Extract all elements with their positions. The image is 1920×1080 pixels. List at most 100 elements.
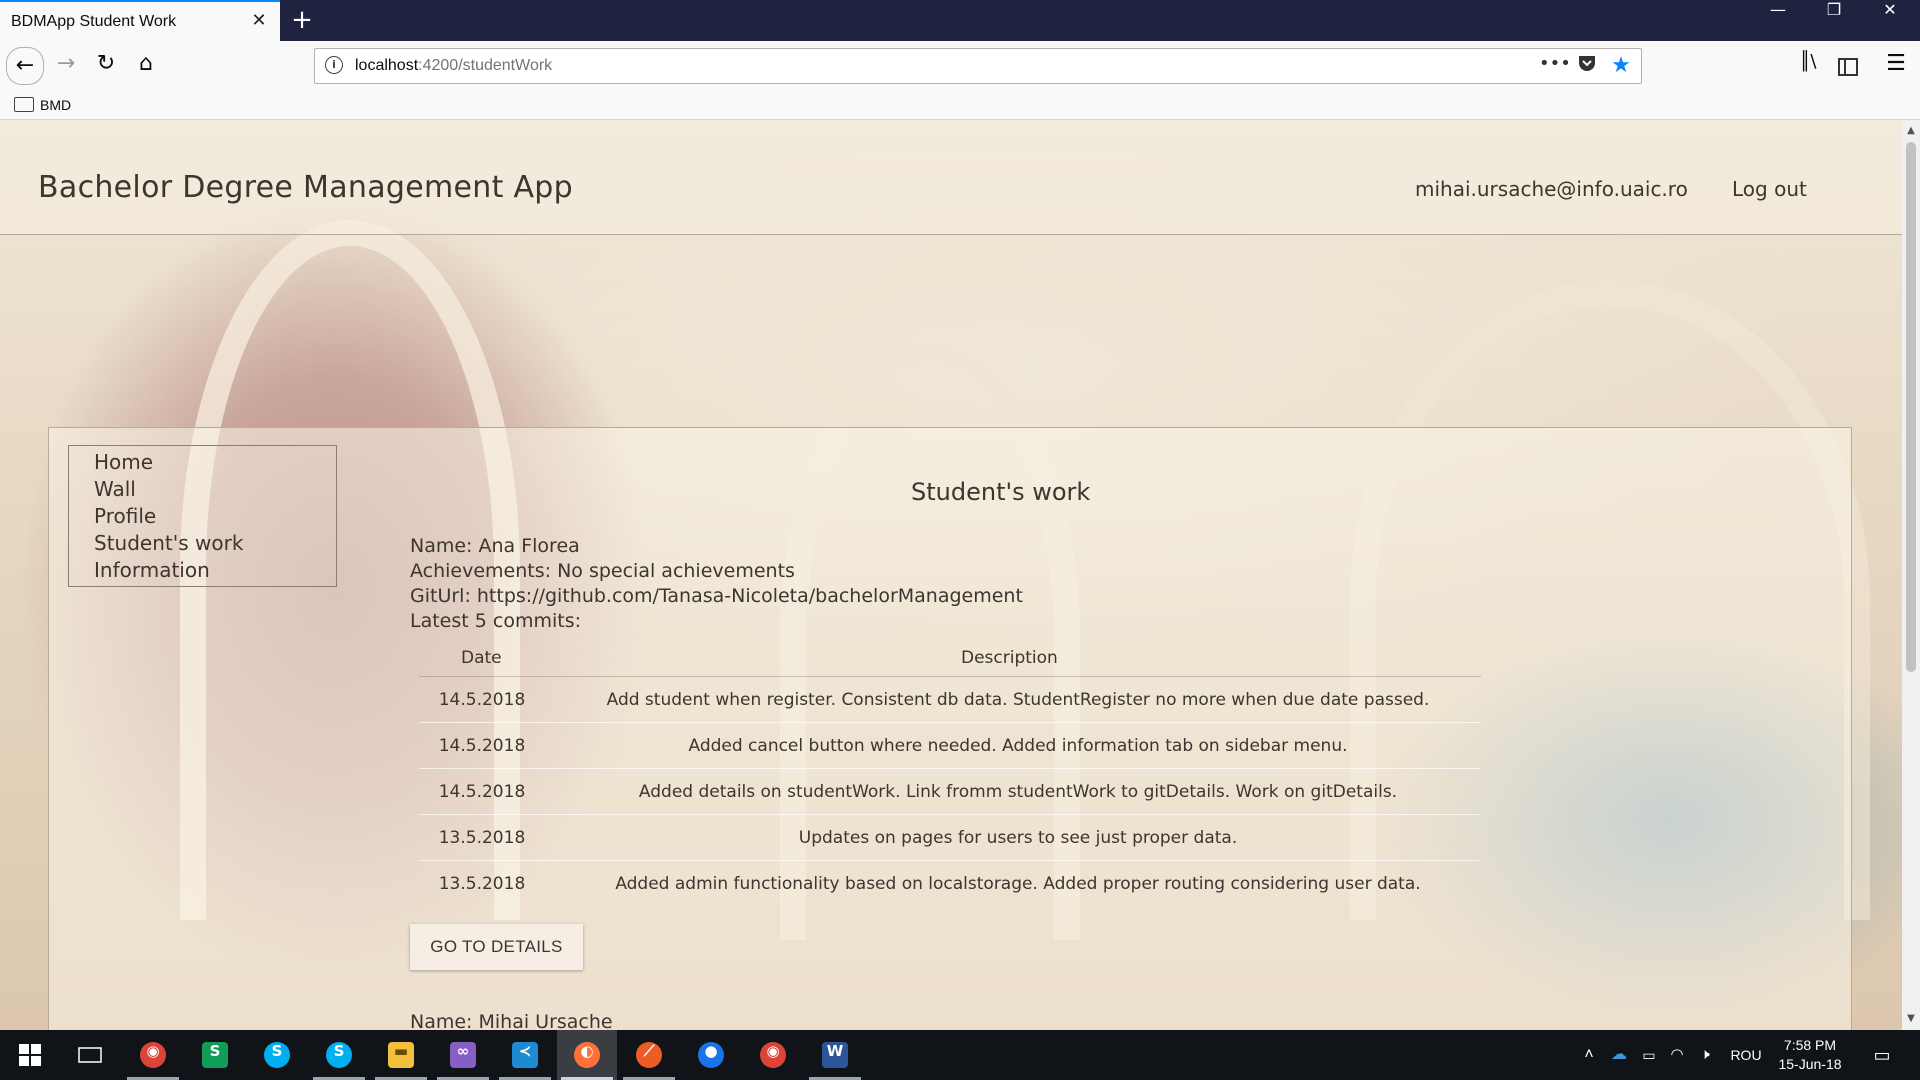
commit-date: 14.5.2018 — [438, 782, 526, 802]
show-hidden-icons-icon[interactable]: ˄ — [1576, 1030, 1602, 1080]
page-scrollbar[interactable]: ▲ ▼ — [1902, 120, 1920, 1030]
back-icon[interactable]: ← — [6, 47, 44, 85]
page-viewport: Bachelor Degree Management App mihai.urs… — [0, 120, 1902, 1030]
sheets-icon: S — [202, 1042, 228, 1068]
scroll-down-icon[interactable]: ▼ — [1902, 1010, 1920, 1028]
address-bar[interactable]: i localhost:4200/studentWork ••• ★ — [314, 48, 1642, 84]
content-panel: Home Wall Profile Student's work Informa… — [48, 427, 1852, 1030]
vscode-icon: ≺ — [512, 1042, 538, 1068]
skype-icon: S — [326, 1042, 352, 1068]
url-text[interactable]: localhost:4200/studentWork — [355, 57, 552, 75]
window-minimize-button[interactable]: — — [1750, 0, 1806, 41]
window-restore-button[interactable]: ❐ — [1806, 0, 1862, 41]
latest-commits-label: Latest 5 commits: — [410, 610, 581, 632]
taskbar-app-postman[interactable]: ⟋ — [619, 1030, 679, 1080]
logout-link[interactable]: Log out — [1732, 177, 1807, 201]
wifi-icon[interactable]: ◠ — [1664, 1030, 1690, 1080]
home-icon[interactable]: ⌂ — [130, 51, 162, 83]
forward-icon[interactable]: → — [50, 51, 82, 83]
table-row: 13.5.2018 Updates on pages for users to … — [419, 815, 1481, 861]
commit-date: 14.5.2018 — [438, 736, 526, 756]
reload-icon[interactable]: ↻ — [90, 51, 122, 83]
taskbar-app-word[interactable]: W — [805, 1030, 865, 1080]
pocket-icon[interactable] — [1573, 53, 1601, 81]
app-title[interactable]: Bachelor Degree Management App — [38, 170, 573, 205]
clock[interactable]: 7:58 PM 15-Jun-18 — [1770, 1036, 1850, 1074]
folder-icon[interactable] — [14, 97, 34, 112]
next-student-name: Name: Mihai Ursache — [410, 1011, 613, 1030]
commit-description: Added admin functionality based on local… — [615, 874, 1421, 894]
go-to-details-button[interactable]: GO TO DETAILS — [410, 924, 583, 970]
input-language[interactable]: ROU — [1724, 1030, 1768, 1080]
commit-description: Add student when register. Consistent db… — [606, 690, 1430, 710]
commit-date: 13.5.2018 — [438, 874, 526, 894]
commit-description: Added cancel button where needed. Added … — [688, 736, 1348, 756]
taskbar-app-sheets[interactable]: S — [185, 1030, 245, 1080]
sidebar-item-students-work[interactable]: Student's work — [94, 531, 243, 555]
taskbar-app-skype-2[interactable]: S — [309, 1030, 369, 1080]
action-center-icon[interactable]: ▭ — [1862, 1030, 1902, 1080]
table-row: 14.5.2018 Add student when register. Con… — [419, 677, 1481, 723]
browser-tab-strip: BDMApp Student Work ✕ + — ❐ ✕ — [0, 0, 1920, 41]
commit-date: 14.5.2018 — [438, 690, 526, 710]
volume-muted-icon[interactable]: 🕨 — [1692, 1030, 1718, 1080]
sidebar-menu: Home Wall Profile Student's work Informa… — [68, 445, 337, 587]
browser-tab-active[interactable]: BDMApp Student Work ✕ — [0, 0, 280, 41]
browser-navigation-bar: ← → ↻ ⌂ i localhost:4200/studentWork •••… — [0, 41, 1920, 91]
file-explorer-icon: ▬ — [388, 1042, 414, 1068]
taskbar-app-skype[interactable]: S — [247, 1030, 307, 1080]
student-achievements: Achievements: No special achievements — [410, 560, 795, 582]
maps-icon: ● — [698, 1042, 724, 1068]
sidebar-item-wall[interactable]: Wall — [94, 477, 136, 501]
table-row: 13.5.2018 Added admin functionality base… — [419, 861, 1481, 907]
taskbar-app-chrome-2[interactable]: ◉ — [743, 1030, 803, 1080]
student-name: Name: Ana Florea — [410, 535, 580, 557]
postman-icon: ⟋ — [636, 1042, 662, 1068]
window-close-button[interactable]: ✕ — [1862, 0, 1918, 41]
task-view-icon[interactable] — [60, 1030, 120, 1080]
user-email: mihai.ursache@info.uaic.ro — [1415, 177, 1688, 201]
sidebar-item-profile[interactable]: Profile — [94, 504, 156, 528]
taskbar-app-firefox[interactable]: ◐ — [557, 1030, 617, 1080]
bookmarks-toolbar: BMD — [0, 91, 1920, 120]
commit-date: 13.5.2018 — [438, 828, 526, 848]
clock-time: 7:58 PM — [1783, 1037, 1837, 1053]
column-header-description: Description — [961, 648, 1058, 668]
taskbar-app-maps[interactable]: ● — [681, 1030, 741, 1080]
tab-title: BDMApp Student Work — [11, 13, 177, 30]
chrome-icon: ◉ — [140, 1042, 166, 1068]
onedrive-icon[interactable]: ☁ — [1606, 1030, 1632, 1080]
section-title: Student's work — [911, 478, 1091, 506]
scroll-up-icon[interactable]: ▲ — [1902, 122, 1920, 140]
skype-icon: S — [264, 1042, 290, 1068]
sidebar-toggle-icon[interactable] — [1832, 51, 1864, 83]
student-git-url: GitUrl: https://github.com/Tanasa-Nicole… — [410, 585, 1023, 607]
site-info-icon[interactable]: i — [325, 56, 343, 74]
battery-icon[interactable]: ▭ — [1636, 1030, 1662, 1080]
scrollbar-thumb[interactable] — [1906, 142, 1916, 672]
clock-date: 15-Jun-18 — [1778, 1056, 1842, 1072]
word-icon: W — [822, 1042, 848, 1068]
taskbar-app-vscode[interactable]: ≺ — [495, 1030, 555, 1080]
library-icon[interactable]: ║\ — [1792, 51, 1824, 83]
column-header-date: Date — [461, 648, 502, 668]
start-button[interactable] — [0, 1030, 60, 1080]
taskbar-app-chrome[interactable]: ◉ — [123, 1030, 183, 1080]
taskbar-app-visual-studio[interactable]: ∞ — [433, 1030, 493, 1080]
visual-studio-icon: ∞ — [450, 1042, 476, 1068]
table-row: 14.5.2018 Added cancel button where need… — [419, 723, 1481, 769]
page-actions-icon[interactable]: ••• — [1539, 53, 1571, 81]
commit-description: Added details on studentWork. Link fromm… — [638, 782, 1398, 802]
bookmark-folder-bmd[interactable]: BMD — [40, 97, 71, 113]
menu-icon[interactable]: ☰ — [1880, 51, 1912, 83]
sidebar-item-information[interactable]: Information — [94, 558, 210, 582]
sidebar-item-home[interactable]: Home — [94, 450, 153, 474]
windows-taskbar: ◉ S S S ▬ ∞ ≺ ◐ ⟋ ● ◉ W ˄ ☁ ▭ ◠ 🕨 ROU 7:… — [0, 1030, 1920, 1080]
taskbar-app-explorer[interactable]: ▬ — [371, 1030, 431, 1080]
tab-close-icon[interactable]: ✕ — [248, 10, 270, 32]
app-header: Bachelor Degree Management App mihai.urs… — [0, 120, 1902, 235]
bookmark-star-icon[interactable]: ★ — [1607, 53, 1635, 81]
table-row: 14.5.2018 Added details on studentWork. … — [419, 769, 1481, 815]
commit-description: Updates on pages for users to see just p… — [798, 828, 1238, 848]
new-tab-button[interactable]: + — [288, 6, 316, 34]
